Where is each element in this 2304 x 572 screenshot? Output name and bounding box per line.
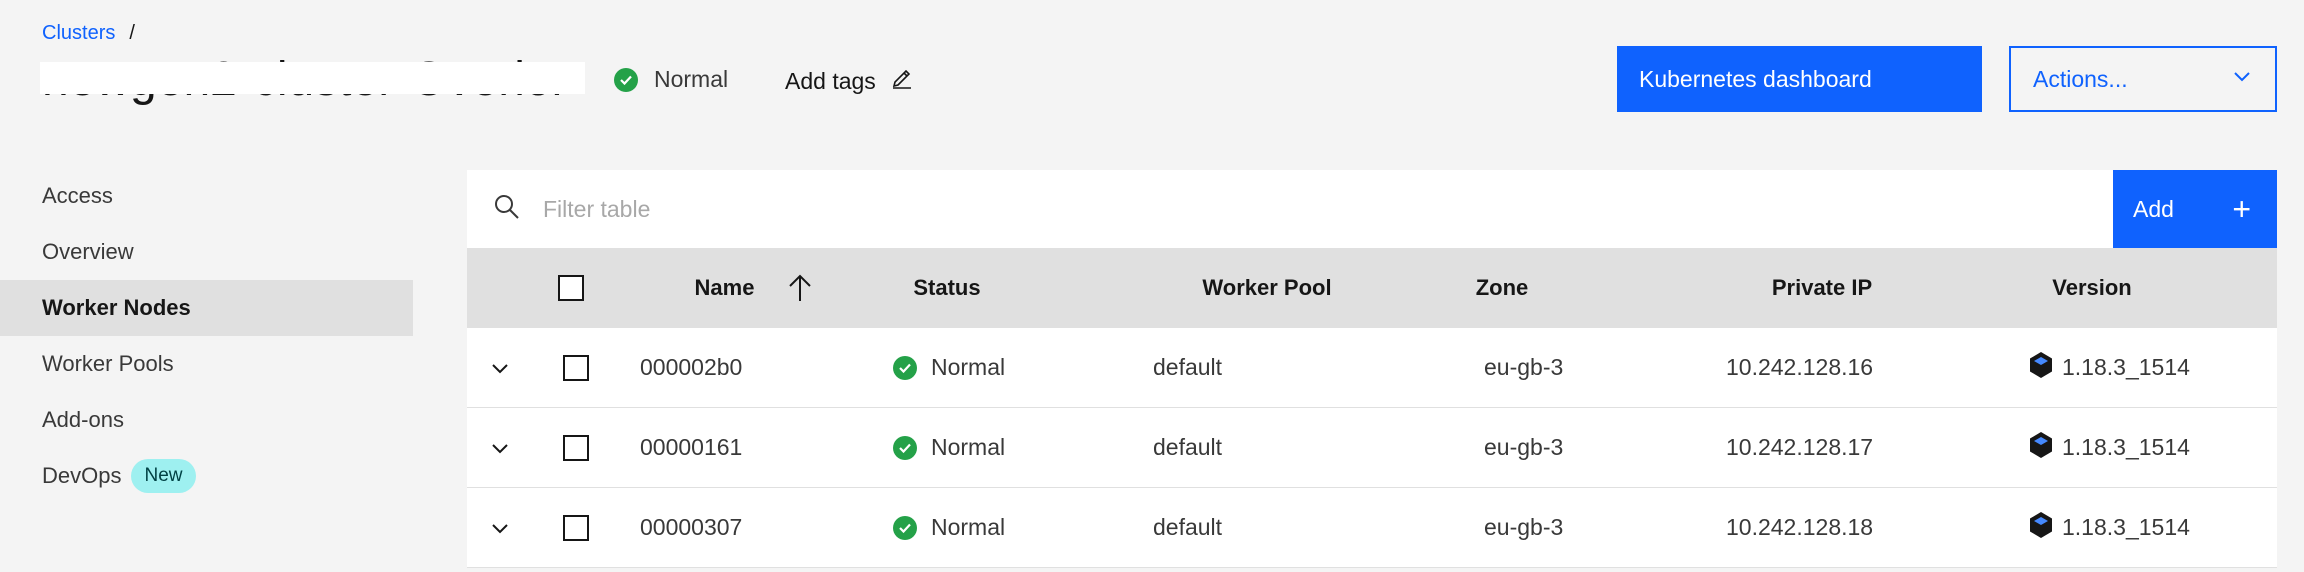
actions-dropdown-label: Actions... [2033,65,2128,92]
column-header-private-ip[interactable]: Private IP [1737,248,1907,328]
cluster-status-label: Normal [654,66,729,92]
column-header-name[interactable]: Name [667,248,782,328]
table-row: 00000161 Normal default eu-gb-3 10.242.1… [467,408,2277,488]
cell-version-label: 1.18.3_1514 [2062,514,2190,540]
sidebar-item-add-ons[interactable]: Add-ons [0,392,413,448]
column-header-status[interactable]: Status [887,248,1007,328]
cell-private-ip: 10.242.128.16 [1726,354,1874,380]
add-button[interactable]: Add + [2113,170,2277,248]
cell-name: 000002b0 [640,354,743,380]
table-toolbar: Add + [467,170,2277,248]
row-checkbox[interactable] [563,408,589,487]
sort-ascending-icon[interactable] [787,248,813,328]
cell-version-label: 1.18.3_1514 [2062,354,2190,380]
actions-dropdown[interactable]: Actions... [2009,46,2277,112]
table-search [467,170,2113,248]
kubernetes-dashboard-button[interactable]: Kubernetes dashboard [1617,46,1982,112]
sidebar-item-label: Overview [42,239,134,264]
cell-worker-pool: default [1153,434,1223,460]
plus-icon: + [2232,190,2251,227]
sidebar-item-worker-nodes[interactable]: Worker Nodes [0,280,413,336]
row-checkbox[interactable] [563,488,589,567]
cell-worker-pool: default [1153,354,1223,380]
cell-status-label: Normal [931,514,1006,540]
sidebar-item-label: Access [42,183,113,208]
table-row: 000002b0 Normal default eu-gb-3 10.242.1… [467,328,2277,408]
cell-name: 00000307 [640,514,743,540]
cell-version: 1.18.3_1514 [2028,328,2190,407]
check-circle-icon [893,355,917,380]
expand-row-chevron-icon[interactable] [489,488,511,567]
sidebar-nav: Access Overview Worker Nodes Worker Pool… [0,168,413,504]
cell-status-label: Normal [931,354,1006,380]
kubernetes-hexagon-icon [2028,431,2054,465]
sidebar-item-label: Worker Nodes [42,295,191,320]
cell-version: 1.18.3_1514 [2028,488,2190,567]
select-all-checkbox[interactable] [558,248,584,328]
table-header: Name Status Worker Pool Zone Private IP … [467,248,2277,328]
add-tags-label: Add tags [785,67,876,94]
filter-table-input[interactable] [543,195,1143,223]
column-header-zone[interactable]: Zone [1447,248,1557,328]
sidebar-item-worker-pools[interactable]: Worker Pools [0,336,413,392]
cell-zone: eu-gb-3 [1484,354,1564,380]
chevron-down-icon [2231,65,2253,93]
cell-status-label: Normal [931,434,1006,460]
sidebar-item-devops[interactable]: DevOps New [0,448,413,504]
kubernetes-hexagon-icon [2028,351,2054,385]
column-header-worker-pool[interactable]: Worker Pool [1167,248,1367,328]
worker-nodes-table: Add + Name Status Worker Pool Zone Priva… [467,170,2277,568]
breadcrumb: Clusters / [42,22,135,45]
sidebar-item-label: Add-ons [42,407,124,432]
check-circle-icon [614,67,638,92]
column-header-version[interactable]: Version [2027,248,2157,328]
search-icon [493,193,521,226]
row-checkbox[interactable] [563,328,589,407]
expand-row-chevron-icon[interactable] [489,408,511,487]
cell-zone: eu-gb-3 [1484,434,1564,460]
sidebar-item-overview[interactable]: Overview [0,224,413,280]
table-row: 00000307 Normal default eu-gb-3 10.242.1… [467,488,2277,568]
cell-name: 00000161 [640,434,743,460]
kubernetes-hexagon-icon [2028,511,2054,545]
cell-status: Normal [893,488,1005,567]
cluster-status: Normal [614,66,728,93]
sidebar-item-label: Worker Pools [42,351,174,376]
check-circle-icon [893,435,917,460]
sidebar-item-access[interactable]: Access [0,168,413,224]
new-badge: New [131,459,196,493]
title-redaction [40,62,585,94]
add-button-label: Add [2133,195,2174,222]
cell-version: 1.18.3_1514 [2028,408,2190,487]
sidebar-item-label: DevOps [42,463,122,488]
edit-pencil-icon [890,66,914,96]
check-circle-icon [893,515,917,540]
add-tags-button[interactable]: Add tags [785,66,914,96]
cell-private-ip: 10.242.128.18 [1726,514,1874,540]
breadcrumb-clusters-link[interactable]: Clusters [42,22,115,45]
cell-version-label: 1.18.3_1514 [2062,434,2190,460]
breadcrumb-separator: / [129,22,135,44]
cell-private-ip: 10.242.128.17 [1726,434,1874,460]
cell-zone: eu-gb-3 [1484,514,1564,540]
cell-status: Normal [893,328,1005,407]
cell-worker-pool: default [1153,514,1223,540]
expand-row-chevron-icon[interactable] [489,328,511,407]
cell-status: Normal [893,408,1005,487]
